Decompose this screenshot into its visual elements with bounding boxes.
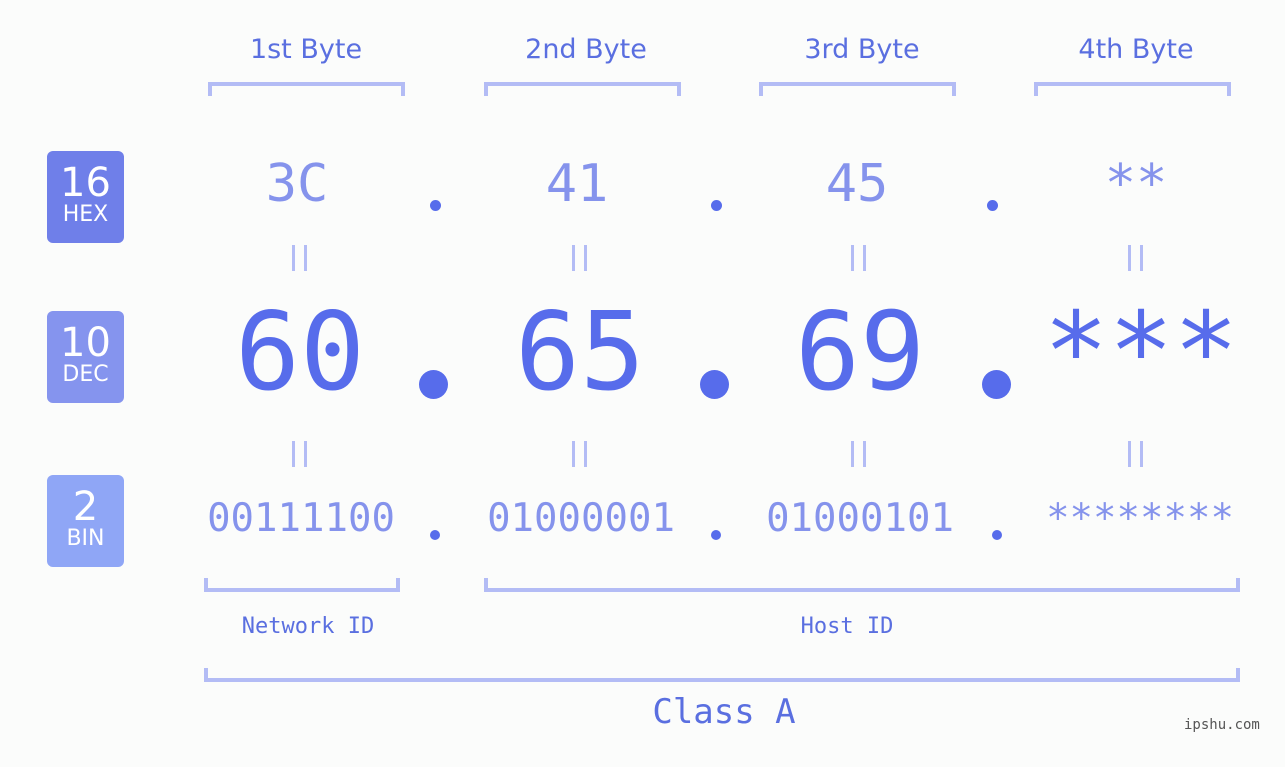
hex-byte-4: ** (1104, 154, 1168, 214)
equals-sign (839, 434, 879, 479)
hex-dot-separator (987, 200, 998, 211)
hex-byte-3: 45 (825, 154, 889, 214)
bin-label: BIN (66, 526, 105, 551)
bin-badge: 2 BIN (47, 475, 124, 567)
bin-byte-4: ******** (1046, 496, 1234, 541)
hex-byte-2: 41 (545, 154, 609, 214)
dec-dot-separator (419, 370, 448, 399)
equals-sign (560, 434, 600, 479)
host-id-label: Host ID (800, 614, 894, 639)
dec-base: 10 (60, 320, 111, 366)
network-id-label: Network ID (241, 614, 375, 639)
hex-base: 16 (60, 160, 111, 206)
byte-3-bracket (759, 82, 956, 96)
bin-byte-3: 01000101 (766, 496, 954, 541)
watermark: ipshu.com (1184, 717, 1260, 733)
byte-header-2: 2nd Byte (525, 34, 647, 65)
bin-dot-separator (992, 530, 1002, 540)
dec-byte-4: *** (1043, 290, 1239, 415)
hex-byte-1: 3C (265, 154, 329, 214)
byte-header-3: 3rd Byte (804, 34, 920, 65)
byte-1-bracket (208, 82, 405, 96)
hex-label: HEX (62, 202, 109, 227)
hex-badge: 16 HEX (47, 151, 124, 243)
bin-dot-separator (711, 530, 721, 540)
equals-sign (1116, 434, 1156, 479)
equals-sign (839, 238, 879, 283)
byte-2-bracket (484, 82, 681, 96)
byte-4-bracket (1034, 82, 1231, 96)
equals-sign (560, 238, 600, 283)
dec-badge: 10 DEC (47, 311, 124, 403)
bin-byte-1: 00111100 (207, 496, 395, 541)
network-id-bracket (204, 578, 400, 592)
hex-dot-separator (430, 200, 441, 211)
bin-byte-2: 01000001 (487, 496, 675, 541)
dec-dot-separator (700, 370, 729, 399)
dec-label: DEC (62, 362, 109, 387)
host-id-bracket (484, 578, 1240, 592)
equals-sign (280, 238, 320, 283)
bin-dot-separator (430, 530, 440, 540)
dec-byte-1: 60 (234, 290, 366, 415)
dec-byte-2: 65 (514, 290, 646, 415)
bin-base: 2 (72, 484, 99, 530)
hex-dot-separator (711, 200, 722, 211)
dec-byte-3: 69 (794, 290, 926, 415)
dec-dot-separator (982, 370, 1011, 399)
class-bracket (204, 668, 1240, 682)
class-label: Class A (652, 692, 796, 732)
equals-sign (280, 434, 320, 479)
byte-header-4: 4th Byte (1078, 34, 1194, 65)
byte-header-1: 1st Byte (249, 34, 363, 65)
equals-sign (1116, 238, 1156, 283)
